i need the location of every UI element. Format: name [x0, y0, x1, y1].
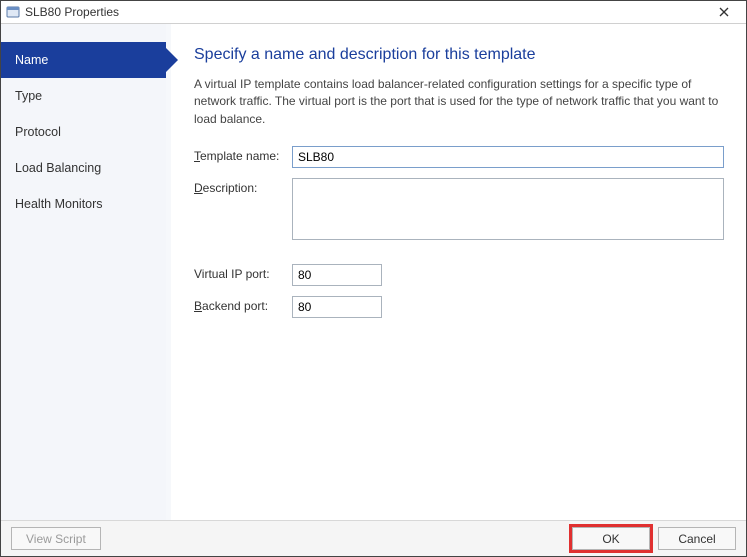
template-name-input[interactable]: [292, 146, 724, 168]
sidebar: Name Type Protocol Load Balancing Health…: [1, 24, 166, 520]
description-input[interactable]: [292, 178, 724, 240]
sidebar-item-label: Load Balancing: [15, 161, 101, 175]
page-heading: Specify a name and description for this …: [194, 46, 724, 64]
backend-port-input[interactable]: [292, 296, 382, 318]
app-icon: [5, 4, 21, 20]
sidebar-item-load-balancing[interactable]: Load Balancing: [1, 150, 166, 186]
title-bar: SLB80 Properties: [1, 1, 746, 24]
intro-text: A virtual IP template contains load bala…: [194, 76, 724, 128]
label-description: Description:: [194, 178, 292, 195]
content-panel: Specify a name and description for this …: [166, 24, 746, 520]
sidebar-item-label: Type: [15, 89, 42, 103]
label-backend-port: Backend port:: [194, 296, 292, 313]
vip-port-input[interactable]: [292, 264, 382, 286]
label-template-name: Template name:: [194, 146, 292, 163]
ok-button[interactable]: OK: [572, 527, 650, 550]
view-script-button[interactable]: View Script: [11, 527, 101, 550]
close-icon: [719, 7, 729, 17]
main-area: Name Type Protocol Load Balancing Health…: [1, 24, 746, 520]
footer-bar: View Script OK Cancel: [1, 520, 746, 556]
sidebar-item-health-monitors[interactable]: Health Monitors: [1, 186, 166, 222]
row-vip-port: Virtual IP port:: [194, 264, 724, 286]
sidebar-item-name[interactable]: Name: [1, 42, 166, 78]
sidebar-item-protocol[interactable]: Protocol: [1, 114, 166, 150]
window-title: SLB80 Properties: [25, 5, 119, 19]
row-template-name: Template name:: [194, 146, 724, 168]
sidebar-item-type[interactable]: Type: [1, 78, 166, 114]
label-vip-port: Virtual IP port:: [194, 264, 292, 281]
row-backend-port: Backend port:: [194, 296, 724, 318]
row-description: Description:: [194, 178, 724, 240]
sidebar-item-label: Name: [15, 53, 48, 67]
close-button[interactable]: [702, 1, 746, 23]
sidebar-item-label: Protocol: [15, 125, 61, 139]
sidebar-item-label: Health Monitors: [15, 197, 103, 211]
cancel-button[interactable]: Cancel: [658, 527, 736, 550]
